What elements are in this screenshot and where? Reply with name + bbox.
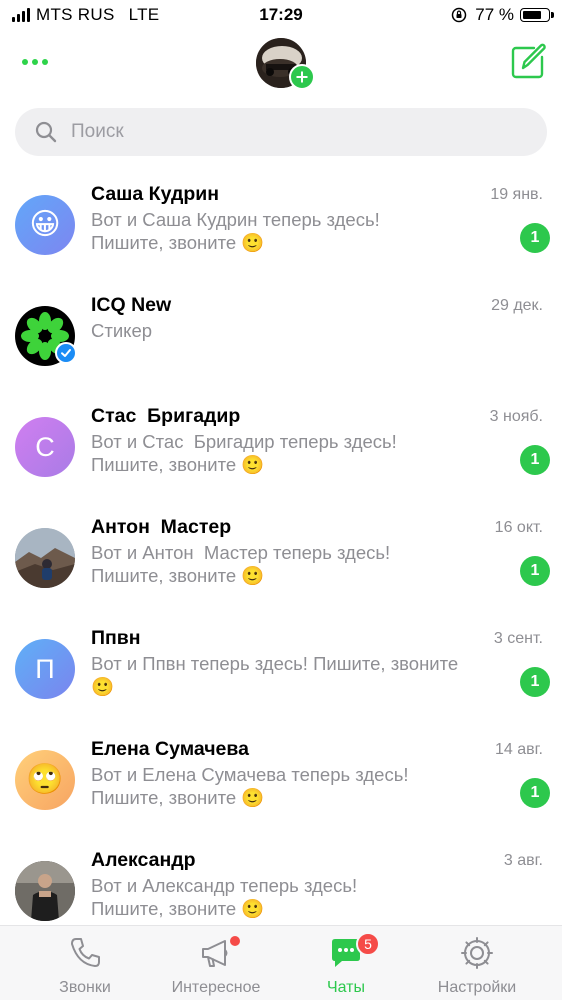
- chat-preview: Вот и Стас Бригадир теперь здесь! Пишите…: [91, 431, 397, 475]
- chat-date: 29 дек.: [491, 297, 543, 314]
- chat-name: Елена Сумачева: [91, 738, 249, 760]
- chat-name: Александр: [91, 849, 196, 871]
- avatar-photo: [15, 528, 75, 588]
- verified-icon: [55, 342, 77, 364]
- status-right: 77 %: [451, 5, 554, 25]
- status-bar: MTS RUS LTE 17:29 77 %: [0, 0, 562, 32]
- gear-icon: [461, 937, 493, 969]
- search-bar[interactable]: [15, 108, 547, 156]
- chat-avatar: 😀: [15, 195, 75, 255]
- tab-label: Настройки: [437, 979, 517, 996]
- search-input[interactable]: [71, 108, 527, 156]
- more-dots-icon[interactable]: [22, 50, 52, 74]
- search-icon: [35, 121, 57, 143]
- tab-calls[interactable]: Звонки: [15, 926, 155, 1000]
- chat-preview: Вот и Антон Мастер теперь здесь! Пишите,…: [91, 542, 391, 586]
- chat-date: 14 авг.: [495, 741, 543, 758]
- tab-interesting[interactable]: Интересное: [146, 926, 286, 1000]
- chat-preview: Стикер: [91, 320, 153, 341]
- chat-preview: Вот и Ппвн теперь здесь! Пишите, звоните…: [91, 653, 459, 697]
- compose-icon[interactable]: [508, 42, 548, 82]
- chat-row-stas[interactable]: С Стас Бригадир 3 нояб. Вот и Стас Брига…: [0, 392, 562, 503]
- unread-badge: 1: [520, 667, 550, 697]
- unread-badge: 1: [520, 445, 550, 475]
- chat-name: ICQ New: [91, 294, 172, 316]
- chat-date: 19 янв.: [490, 186, 543, 203]
- battery-level: [523, 11, 541, 19]
- chat-preview: Вот и Елена Сумачева теперь здесь! Пишит…: [91, 764, 409, 808]
- chat-name: Саша Кудрин: [91, 183, 219, 205]
- rotation-lock-icon: [452, 7, 467, 23]
- chat-list: 😀 Саша Кудрин 19 янв. Вот и Саша Кудрин …: [0, 170, 562, 947]
- chat-row-elena[interactable]: 🙄 Елена Сумачева 14 авг. Вот и Елена Сум…: [0, 725, 562, 836]
- chat-row-anton[interactable]: Антон Мастер 16 окт. Вот и Антон Мастер …: [0, 503, 562, 614]
- chat-row-icq-new[interactable]: ICQ New 29 дек. Стикер: [0, 281, 562, 392]
- chat-date: 3 нояб.: [489, 408, 543, 425]
- tab-label: Чаты: [326, 979, 366, 996]
- avatar-emoji: 😀: [29, 208, 61, 241]
- chat-preview: Вот и Александр теперь здесь! Пишите, зв…: [91, 875, 358, 919]
- chat-avatar: С: [15, 417, 75, 477]
- tab-chats[interactable]: 5 Чаты: [276, 926, 416, 1000]
- chat-date: 16 окт.: [494, 519, 543, 536]
- chat-preview: Вот и Саша Кудрин теперь здесь! Пишите, …: [91, 209, 380, 253]
- chat-avatar: 🙄: [15, 750, 75, 810]
- battery-icon: [520, 8, 554, 22]
- chat-name: Стас Бригадир: [91, 405, 241, 427]
- chat-name: Антон Мастер: [91, 516, 232, 538]
- chat-date: 3 авг.: [503, 852, 543, 869]
- chat-row-ppvn[interactable]: П Ппвн 3 сент. Вот и Ппвн теперь здесь! …: [0, 614, 562, 725]
- avatar-photo: [15, 861, 75, 921]
- chat-avatar: [15, 861, 75, 921]
- avatar-letter: П: [35, 653, 55, 684]
- tab-label: Интересное: [171, 979, 261, 996]
- new-content-dot: [230, 936, 240, 946]
- avatar-letter: С: [35, 431, 55, 462]
- avatar-emoji: 🙄: [26, 763, 64, 796]
- unread-badge: 1: [520, 778, 550, 808]
- unread-badge: 1: [520, 223, 550, 253]
- chat-date: 3 сент.: [493, 630, 543, 647]
- unread-badge: 1: [520, 556, 550, 586]
- chats-unread-badge: 5: [356, 932, 380, 956]
- tab-label: Звонки: [59, 979, 111, 996]
- phone-icon: [71, 938, 100, 967]
- add-status-button[interactable]: [289, 64, 315, 90]
- chat-name: Ппвн: [91, 627, 141, 649]
- battery-percent: 77 %: [475, 5, 514, 24]
- chat-row-sasha[interactable]: 😀 Саша Кудрин 19 янв. Вот и Саша Кудрин …: [0, 170, 562, 281]
- chat-avatar: П: [15, 639, 75, 699]
- tab-settings[interactable]: Настройки: [407, 926, 547, 1000]
- chat-avatar: [15, 528, 75, 588]
- tab-bar: Звонки Интересное 5 Чаты Настройки: [0, 925, 562, 1000]
- top-bar: [0, 32, 562, 98]
